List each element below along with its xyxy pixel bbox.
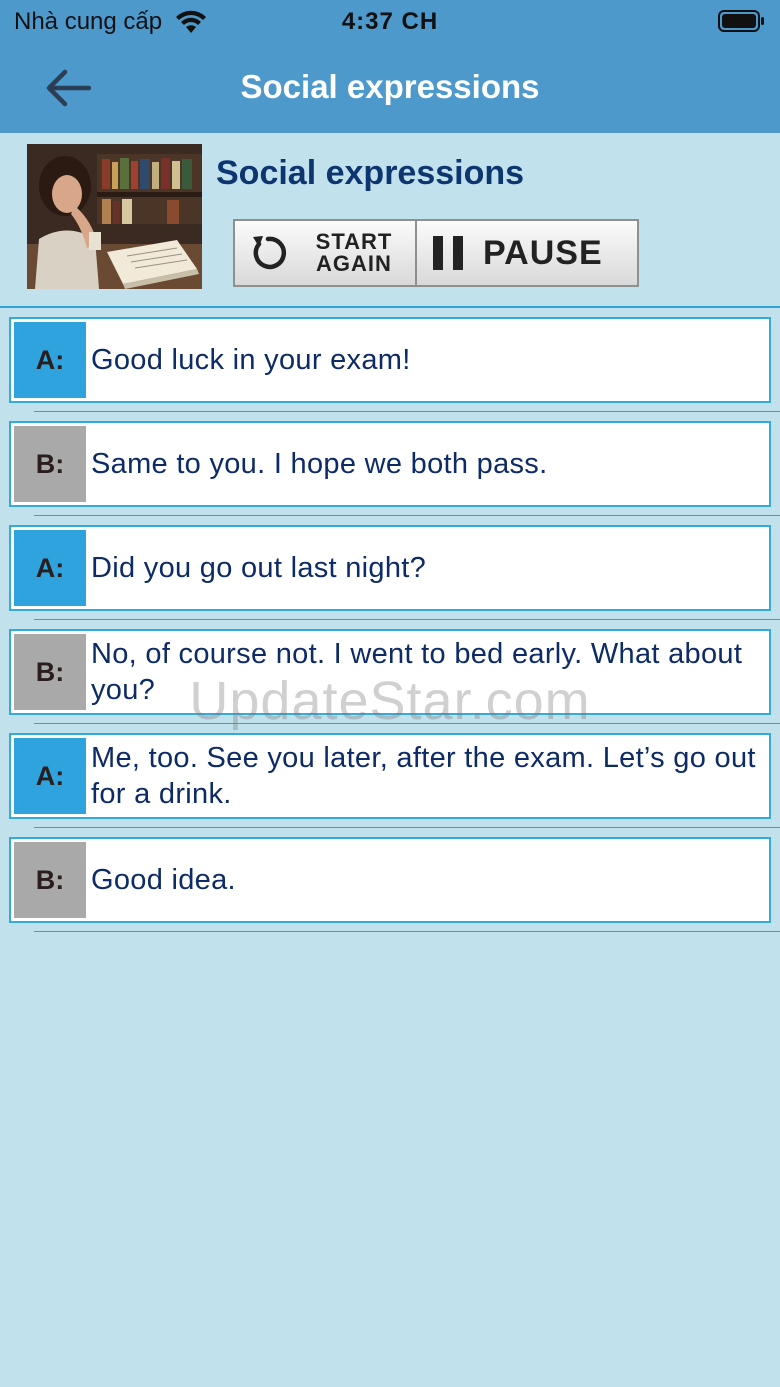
battery-icon: [718, 10, 764, 32]
pause-icon: [433, 236, 463, 270]
dialogue-text: No, of course not. I went to bed early. …: [91, 638, 743, 706]
dialogue-row[interactable]: B: Same to you. I hope we both pass.: [0, 412, 780, 516]
lesson-thumbnail: [27, 144, 202, 289]
dialogue-text: Same to you. I hope we both pass.: [91, 448, 548, 480]
dialogue-text: Good idea.: [91, 864, 236, 896]
dialogue-card[interactable]: A: Good luck in your exam!: [9, 317, 771, 403]
dialogue-row[interactable]: B: Good idea.: [0, 828, 780, 932]
dialogue-text: Did you go out last night?: [91, 552, 427, 584]
app-header: Nhà cung cấp 4:37 CH Social expressions: [0, 0, 780, 133]
status-bar: Nhà cung cấp 4:37 CH: [0, 0, 780, 44]
speaker-badge: A:: [14, 530, 86, 606]
status-time: 4:37 CH: [341, 8, 439, 35]
lesson-title: Social expressions: [216, 154, 525, 192]
dialogue-text: Me, too. See you later, after the exam. …: [91, 742, 756, 810]
speaker-badge: B:: [14, 842, 86, 918]
dialogue-card[interactable]: B: Good idea.: [9, 837, 771, 923]
start-again-label: START AGAIN: [299, 231, 409, 275]
nav-bar: Social expressions: [0, 44, 780, 133]
dialogue-row[interactable]: A: Did you go out last night?: [0, 516, 780, 620]
dialogue-card[interactable]: B: Same to you. I hope we both pass.: [9, 421, 771, 507]
playback-controls: START AGAIN PAUSE: [233, 219, 639, 287]
speaker-badge: B:: [14, 426, 86, 502]
speaker-badge: B:: [14, 634, 86, 710]
restart-icon: [253, 236, 287, 270]
dialogue-text: Good luck in your exam!: [91, 344, 411, 376]
dialogue-card[interactable]: A: Did you go out last night?: [9, 525, 771, 611]
pause-label: PAUSE: [483, 233, 603, 272]
dialogue-row[interactable]: B: No, of course not. I went to bed earl…: [0, 620, 780, 724]
speaker-badge: A:: [14, 738, 86, 814]
dialogue-card[interactable]: A: Me, too. See you later, after the exa…: [9, 733, 771, 819]
dialogue-card[interactable]: B: No, of course not. I went to bed earl…: [9, 629, 771, 715]
student-reading-image: [27, 144, 202, 289]
dialogue-row[interactable]: A: Good luck in your exam!: [0, 308, 780, 412]
start-again-button[interactable]: START AGAIN: [235, 221, 417, 285]
start-again-line1: START: [315, 229, 393, 254]
dialogue-row[interactable]: A: Me, too. See you later, after the exa…: [0, 724, 780, 828]
nav-title: Social expressions: [240, 68, 540, 105]
lesson-header: Social expressions START AGAIN PAUSE: [0, 133, 780, 305]
dialogue-list: A: Good luck in your exam! B: Same to yo…: [0, 306, 780, 932]
pause-button[interactable]: PAUSE: [417, 221, 637, 285]
start-again-line2: AGAIN: [316, 251, 392, 276]
speaker-badge: A:: [14, 322, 86, 398]
